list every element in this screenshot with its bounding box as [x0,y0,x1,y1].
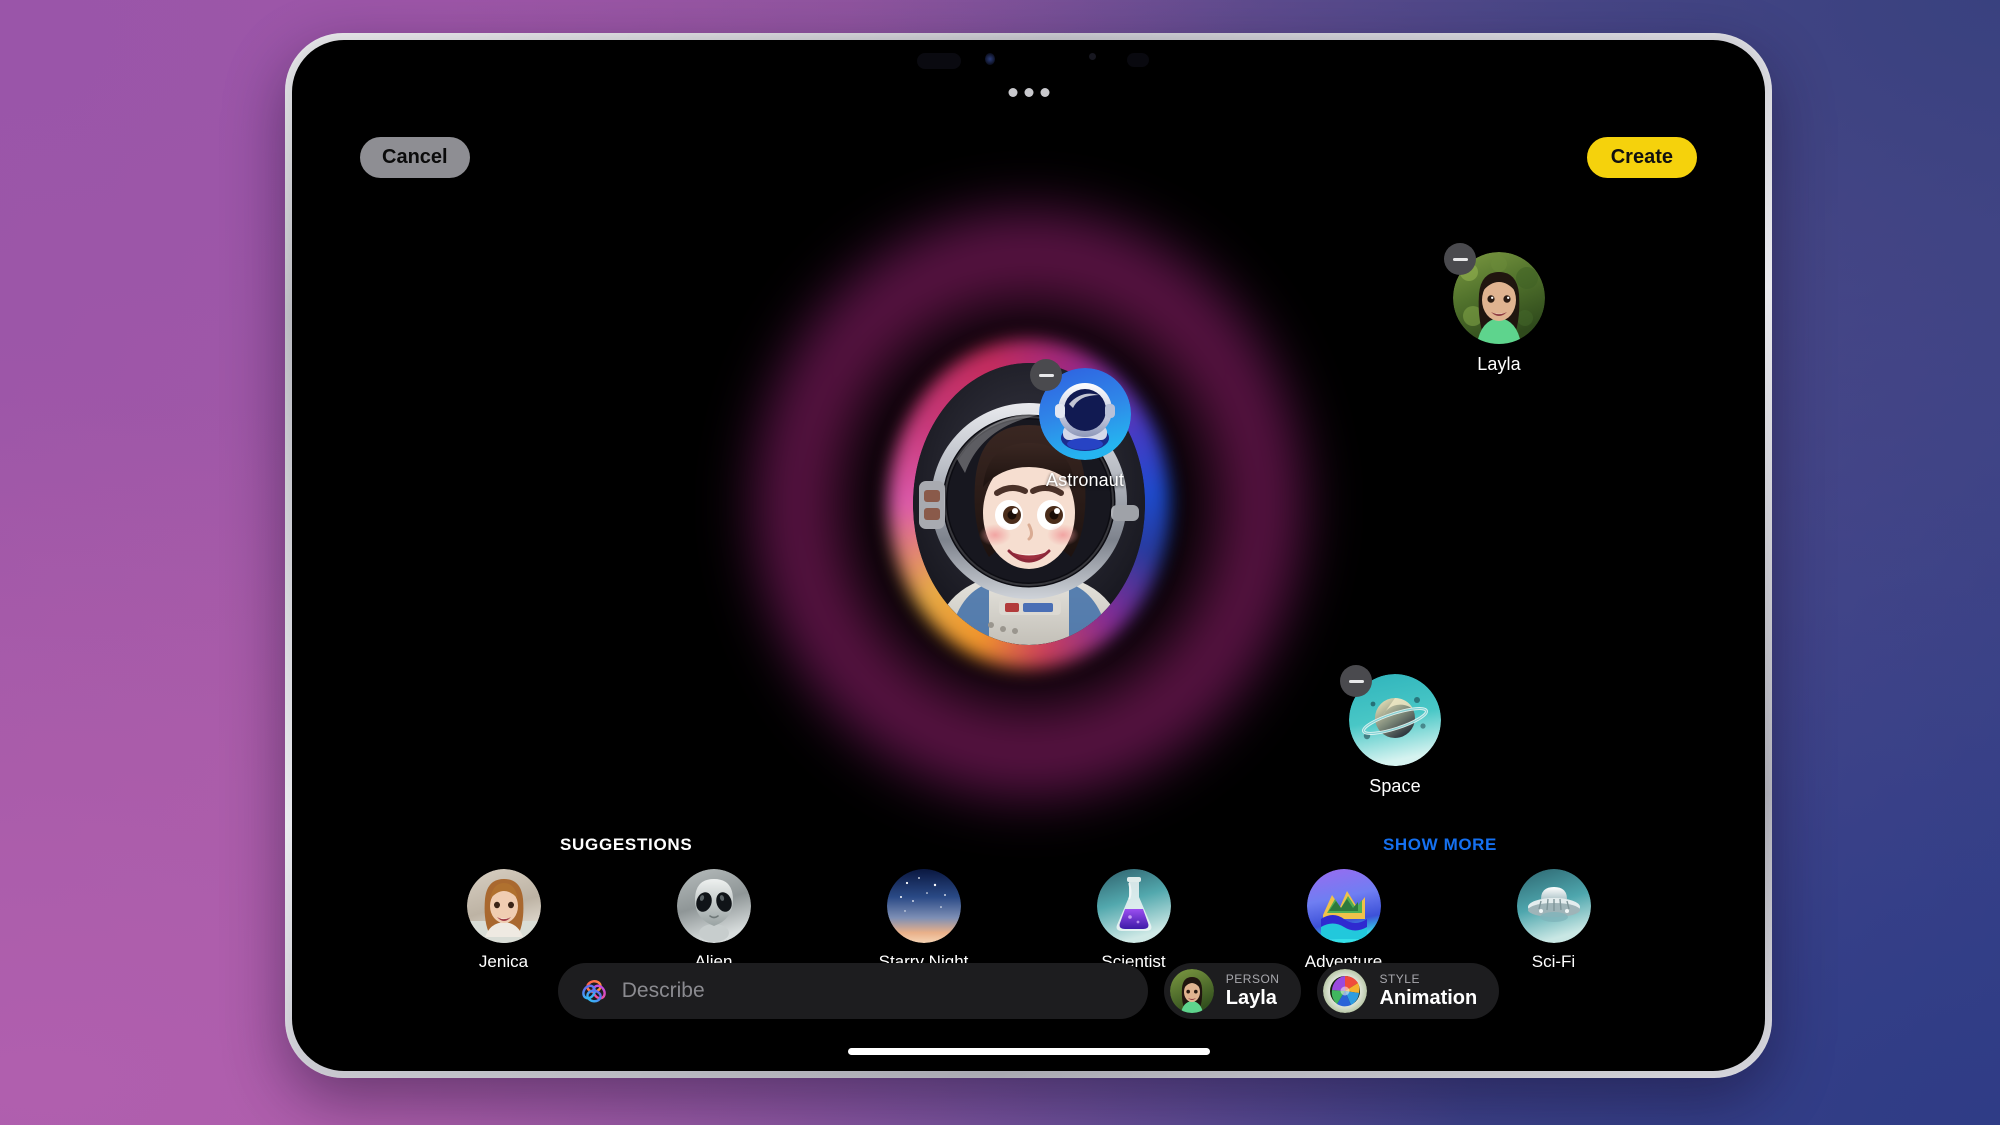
style-chip[interactable]: STYLE Animation [1317,963,1500,1019]
suggestion-item-sci-fi[interactable]: Sci-Fi [1499,869,1609,972]
suggestion-item-scientist[interactable]: Scientist [1079,869,1189,972]
home-indicator[interactable] [847,1048,1210,1055]
describe-field[interactable] [557,963,1148,1019]
composer-bar: PERSON Layla [292,963,1765,1019]
suggestions-header: SUGGESTIONS SHOW MORE [292,835,1765,855]
remove-layla-button[interactable] [1444,243,1476,275]
concept-chip-layla[interactable]: Layla [1439,243,1559,375]
ipad-screen: Cancel Create Astronaut Layla Space SUGG… [292,40,1765,1071]
person-chip-kicker: PERSON [1225,972,1280,987]
remove-space-button[interactable] [1340,665,1372,697]
suggestion-item-jenica[interactable]: Jenica [449,869,559,972]
color-sphere-icon [1323,969,1368,1013]
starry-sky-icon [886,869,961,943]
concept-label: Astronaut [1046,470,1124,490]
style-chip-kicker: STYLE [1379,972,1420,987]
suggestion-item-alien[interactable]: Alien [659,869,769,972]
concept-chip-space[interactable]: Space [1335,665,1455,797]
ufo-icon [1516,869,1591,943]
concept-label: Space [1369,776,1421,796]
person-chip-value: Layla [1225,986,1277,1009]
image-playground-icon [580,977,608,1005]
minus-icon [1348,679,1364,683]
person-photo-icon [1169,969,1214,1013]
concept-chip-astronaut[interactable]: Astronaut [1025,359,1145,491]
suggestion-list: Jenica Alien Starry Night Scientist Adve… [292,869,1765,972]
mountain-landscape-icon [1306,869,1381,943]
remove-astronaut-button[interactable] [1030,359,1062,391]
minus-icon [1038,373,1054,377]
ipad-device: Cancel Create Astronaut Layla Space SUGG… [285,33,1772,1078]
suggestion-item-starry-night[interactable]: Starry Night [869,869,979,972]
describe-input[interactable] [621,979,1126,1003]
show-more-button[interactable]: SHOW MORE [1383,835,1497,855]
concept-label: Layla [1477,354,1521,374]
person-chip[interactable]: PERSON Layla [1163,963,1302,1019]
minus-icon [1452,257,1468,261]
person-photo-icon [466,869,541,943]
alien-head-icon [676,869,751,943]
suggestion-item-adventure[interactable]: Adventure [1289,869,1399,972]
flask-icon [1096,869,1171,943]
suggestions-section: SUGGESTIONS SHOW MORE Jenica Alien Starr… [292,835,1765,972]
suggestions-title: SUGGESTIONS [560,835,693,854]
style-chip-value: Animation [1379,986,1478,1009]
